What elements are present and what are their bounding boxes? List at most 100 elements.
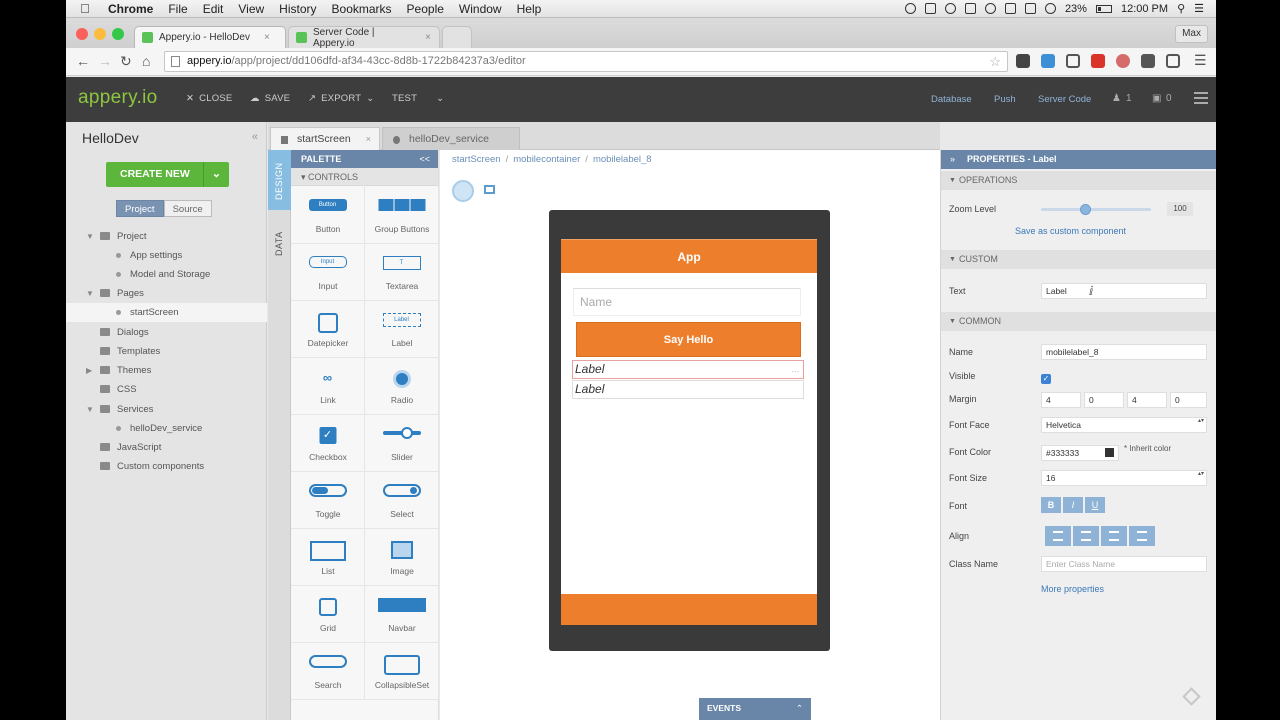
palette-item-image[interactable]: Image bbox=[365, 529, 439, 586]
main-menu-icon[interactable] bbox=[1194, 92, 1208, 104]
tree-item-templates[interactable]: Templates bbox=[66, 342, 267, 361]
tab-hellodev-service[interactable]: helloDev_service bbox=[382, 127, 520, 150]
section-operations[interactable]: ▼ OPERATIONS bbox=[941, 171, 1216, 190]
expand-panel-icon[interactable]: » bbox=[950, 150, 955, 169]
section-common[interactable]: ▼ COMMON bbox=[941, 312, 1216, 331]
tab-data[interactable]: DATA bbox=[268, 212, 291, 262]
minimize-window-button[interactable] bbox=[94, 28, 106, 40]
reload-icon[interactable]: ↻ bbox=[120, 53, 132, 70]
push-link[interactable]: Push bbox=[994, 94, 1016, 105]
palette-item-input[interactable]: Input Input bbox=[291, 244, 365, 301]
volume-icon[interactable] bbox=[1024, 3, 1036, 14]
palette-item-textarea[interactable]: T Textarea bbox=[365, 244, 439, 301]
save-custom-component-link[interactable]: Save as custom component bbox=[1015, 226, 1126, 236]
menu-view[interactable]: View bbox=[238, 2, 264, 16]
chrome-menu-icon[interactable]: ☰ bbox=[1194, 52, 1207, 69]
apple-icon[interactable]:  bbox=[80, 1, 94, 16]
margin-right-field[interactable]: 0 bbox=[1084, 392, 1124, 408]
appery-logo[interactable]: appery.io bbox=[78, 87, 157, 109]
expand-arrow-icon[interactable]: ▼ bbox=[86, 400, 94, 419]
class-name-field[interactable]: Enter Class Name bbox=[1041, 556, 1207, 572]
browser-tab-server-code[interactable]: Server Code | Appery.io × bbox=[288, 26, 440, 49]
palette-item-list[interactable]: List bbox=[291, 529, 365, 586]
palette-item-group-buttons[interactable]: Group Buttons bbox=[365, 187, 439, 244]
tree-item-app-settings[interactable]: App settings bbox=[66, 246, 267, 265]
phone-screen[interactable]: App Name Say Hello Label ... Label bbox=[561, 239, 817, 625]
tab-design[interactable]: DESIGN bbox=[268, 150, 291, 210]
label-handle-icon[interactable]: ... bbox=[791, 361, 799, 378]
status-icon[interactable] bbox=[904, 3, 916, 14]
close-tab-icon[interactable]: × bbox=[425, 32, 431, 43]
close-button[interactable]: ✕ CLOSE bbox=[186, 93, 232, 104]
menu-app[interactable]: Chrome bbox=[108, 2, 153, 16]
browser-tab-appery-hellodev[interactable]: Appery.io - HelloDev × bbox=[134, 26, 286, 48]
align-right-icon[interactable] bbox=[1101, 526, 1127, 546]
status-icon[interactable] bbox=[964, 3, 976, 14]
back-icon[interactable]: ← bbox=[76, 53, 90, 69]
wifi-icon[interactable] bbox=[1044, 3, 1056, 14]
palette-item-radio[interactable]: Radio bbox=[365, 358, 439, 415]
palette-item-link[interactable]: ∞ Link bbox=[291, 358, 365, 415]
visible-checkbox[interactable]: ✓ bbox=[1041, 374, 1051, 384]
align-center-icon[interactable] bbox=[1073, 526, 1099, 546]
palette-item-datepicker[interactable]: Datepicker bbox=[291, 301, 365, 358]
device-frame-icon[interactable] bbox=[484, 185, 495, 194]
tree-item-model-storage[interactable]: Model and Storage bbox=[66, 265, 267, 284]
tree-item-startscreen[interactable]: startScreen bbox=[66, 303, 267, 322]
palette-item-slider[interactable]: Slider bbox=[365, 415, 439, 472]
name-field[interactable]: mobilelabel_8 bbox=[1041, 344, 1207, 360]
battery-icon[interactable] bbox=[1095, 4, 1112, 13]
close-tab-icon[interactable]: × bbox=[264, 32, 270, 43]
italic-button[interactable]: I bbox=[1063, 497, 1083, 513]
menu-edit[interactable]: Edit bbox=[203, 2, 224, 16]
server-code-link[interactable]: Server Code bbox=[1038, 94, 1091, 105]
label[interactable]: Label bbox=[572, 380, 804, 399]
events-panel-toggle[interactable]: EVENTS ⌃ bbox=[699, 698, 811, 720]
create-new-button[interactable]: CREATE NEW ⌄ bbox=[106, 162, 229, 187]
extension-icon[interactable] bbox=[1141, 54, 1155, 68]
breadcrumb-startscreen[interactable]: startScreen bbox=[452, 154, 501, 165]
zoom-slider-handle[interactable] bbox=[1079, 204, 1091, 215]
forward-icon[interactable]: → bbox=[98, 53, 112, 69]
chevron-down-icon[interactable]: ⌄ bbox=[436, 93, 444, 104]
tree-item-project[interactable]: ▼ Project bbox=[66, 227, 267, 246]
collapse-panel-icon[interactable]: « bbox=[252, 131, 258, 143]
menu-history[interactable]: History bbox=[279, 2, 316, 16]
app-footer-bar[interactable] bbox=[561, 594, 817, 625]
margin-left-field[interactable]: 0 bbox=[1170, 392, 1207, 408]
users-icon[interactable]: ♟ bbox=[1112, 93, 1121, 104]
clock[interactable]: 12:00 PM bbox=[1121, 3, 1168, 15]
menu-window[interactable]: Window bbox=[459, 2, 502, 16]
profile-button[interactable]: Max bbox=[1175, 25, 1208, 43]
palette-item-navbar[interactable]: Navbar bbox=[365, 586, 439, 643]
export-button[interactable]: ↗ EXPORT ⌄ bbox=[308, 93, 374, 104]
extension-icon[interactable] bbox=[1091, 54, 1105, 68]
margin-bottom-field[interactable]: 4 bbox=[1127, 392, 1167, 408]
close-tab-icon[interactable]: × bbox=[366, 128, 371, 151]
extension-icon[interactable] bbox=[1116, 54, 1130, 68]
tree-item-css[interactable]: CSS bbox=[66, 380, 267, 399]
status-icon[interactable] bbox=[924, 3, 936, 14]
palette-item-select[interactable]: Select bbox=[365, 472, 439, 529]
menu-help[interactable]: Help bbox=[517, 2, 542, 16]
zoom-window-button[interactable] bbox=[112, 28, 124, 40]
tree-item-services[interactable]: ▼ Services bbox=[66, 400, 267, 419]
tab-project[interactable]: Project bbox=[116, 200, 164, 217]
expand-arrow-icon[interactable]: ▶ bbox=[86, 361, 92, 380]
tree-item-pages[interactable]: ▼ Pages bbox=[66, 284, 267, 303]
extension-icon[interactable] bbox=[1066, 54, 1080, 68]
design-canvas[interactable]: startScreen / mobilecontainer / mobilelabel_… bbox=[440, 150, 940, 720]
text-field[interactable]: Label bbox=[1041, 283, 1207, 299]
tree-item-themes[interactable]: ▶ Themes bbox=[66, 361, 267, 380]
underline-button[interactable]: U bbox=[1085, 497, 1105, 513]
rotate-device-icon[interactable] bbox=[452, 180, 474, 202]
palette-item-collapsibleset[interactable]: CollapsibleSet bbox=[365, 643, 439, 700]
bluetooth-icon[interactable] bbox=[1004, 3, 1016, 14]
section-custom[interactable]: ▼ CUSTOM bbox=[941, 250, 1216, 269]
database-link[interactable]: Database bbox=[931, 94, 972, 105]
notification-center-icon[interactable]: ☰ bbox=[1194, 2, 1204, 15]
close-window-button[interactable] bbox=[76, 28, 88, 40]
menu-bookmarks[interactable]: Bookmarks bbox=[332, 2, 392, 16]
extension-icon[interactable] bbox=[1041, 54, 1055, 68]
tree-item-custom-components[interactable]: Custom components bbox=[66, 457, 267, 476]
